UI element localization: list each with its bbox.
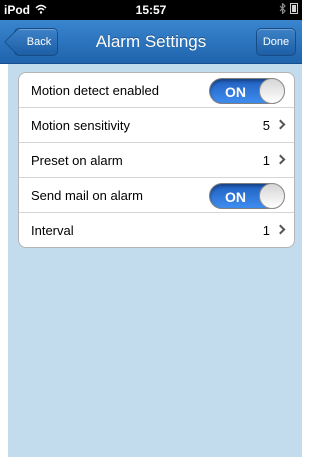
row-label: Interval	[31, 223, 74, 238]
row-label: Motion sensitivity	[31, 118, 130, 133]
row-value: 1	[262, 153, 270, 168]
toggle-on-label: ON	[225, 84, 246, 100]
toggle-knob	[259, 78, 285, 104]
done-button[interactable]: Done	[256, 28, 296, 56]
row-label: Send mail on alarm	[31, 188, 143, 203]
row-interval[interactable]: Interval 1	[19, 212, 294, 247]
status-time: 15:57	[135, 3, 167, 17]
settings-group: Motion detect enabled ON Motion sensitiv…	[18, 72, 295, 248]
chevron-right-icon	[275, 224, 286, 235]
status-bar: iPod 15:57	[0, 0, 302, 20]
row-label: Motion detect enabled	[31, 83, 159, 98]
chevron-right-icon	[275, 154, 286, 165]
back-button[interactable]: Back	[14, 28, 58, 56]
battery-icon	[290, 3, 298, 17]
back-button-label: Back	[26, 36, 52, 48]
chevron-right-icon	[275, 119, 286, 130]
send-mail-toggle[interactable]: ON	[209, 183, 285, 209]
row-preset-on-alarm[interactable]: Preset on alarm 1	[19, 142, 294, 177]
row-label: Preset on alarm	[31, 153, 123, 168]
settings-content: Motion detect enabled ON Motion sensitiv…	[8, 64, 302, 457]
navigation-bar: Alarm Settings Back Done	[0, 20, 302, 64]
done-button-label: Done	[262, 36, 290, 48]
motion-detect-toggle[interactable]: ON	[209, 78, 285, 104]
toggle-knob	[259, 183, 285, 209]
row-send-mail-on-alarm: Send mail on alarm ON	[19, 177, 294, 212]
bluetooth-icon	[279, 2, 286, 17]
row-motion-sensitivity[interactable]: Motion sensitivity 5	[19, 107, 294, 142]
toggle-on-label: ON	[225, 189, 246, 205]
row-motion-detect-enabled: Motion detect enabled ON	[19, 73, 294, 107]
row-value: 5	[262, 118, 270, 133]
row-value: 1	[262, 223, 270, 238]
